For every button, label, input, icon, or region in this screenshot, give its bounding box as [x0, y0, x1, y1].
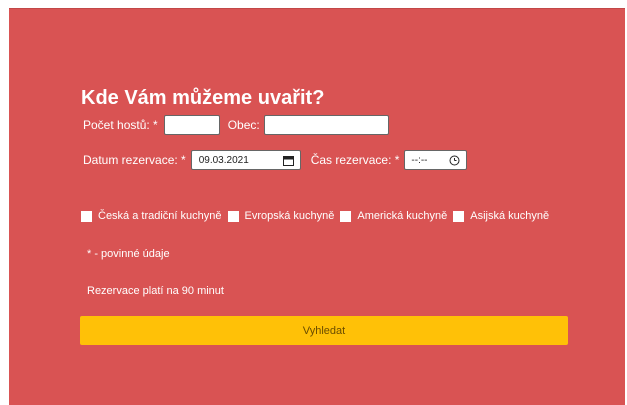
required-fields-note: * - povinné údaje — [87, 248, 170, 260]
reservation-panel: Kde Vám můžeme uvařit? Počet hostů: * Ob… — [9, 8, 625, 405]
cuisine-label: Česká a tradiční kuchyně — [98, 210, 222, 222]
time-label: Čas rezervace: * — [310, 153, 400, 167]
calendar-icon[interactable] — [282, 155, 294, 166]
checkbox[interactable] — [453, 210, 465, 222]
checkbox[interactable] — [227, 210, 239, 222]
date-input[interactable]: 09.03.2021 — [190, 150, 301, 170]
cuisine-option-asian[interactable]: Asijská kuchyně — [453, 210, 549, 222]
cuisine-option-american[interactable]: Americká kuchyně — [340, 210, 447, 222]
checkbox[interactable] — [81, 210, 92, 222]
date-label: Datum rezervace: * — [83, 153, 186, 167]
form-title: Kde Vám můžeme uvařit? — [81, 87, 325, 109]
date-value: 09.03.2021 — [198, 154, 249, 166]
search-button[interactable]: Vyhledat — [80, 316, 568, 345]
guests-label: Počet hostů: * — [83, 118, 158, 132]
reservation-validity-note: Rezervace platí na 90 minut — [87, 285, 224, 297]
cuisine-options: Česká a tradiční kuchyně Evropská kuchyn… — [81, 210, 555, 222]
city-label: Obec: — [227, 118, 260, 132]
clock-icon[interactable] — [449, 155, 460, 166]
cuisine-label: Asijská kuchyně — [470, 210, 550, 222]
guests-city-row: Počet hostů: * Obec: — [83, 115, 389, 135]
cuisine-label: Evropská kuchyně — [244, 210, 335, 222]
guests-input[interactable] — [163, 115, 220, 135]
cuisine-option-czech[interactable]: Česká a tradiční kuchyně — [81, 210, 222, 222]
city-input[interactable] — [263, 115, 389, 135]
time-input[interactable]: --:-- — [404, 150, 468, 170]
date-time-row: Datum rezervace: * 09.03.2021 Čas rezerv… — [83, 150, 468, 170]
checkbox[interactable] — [340, 210, 352, 222]
cuisine-option-european[interactable]: Evropská kuchyně — [227, 210, 335, 222]
cuisine-label: Americká kuchyně — [357, 210, 448, 222]
time-value: --:-- — [411, 154, 428, 166]
